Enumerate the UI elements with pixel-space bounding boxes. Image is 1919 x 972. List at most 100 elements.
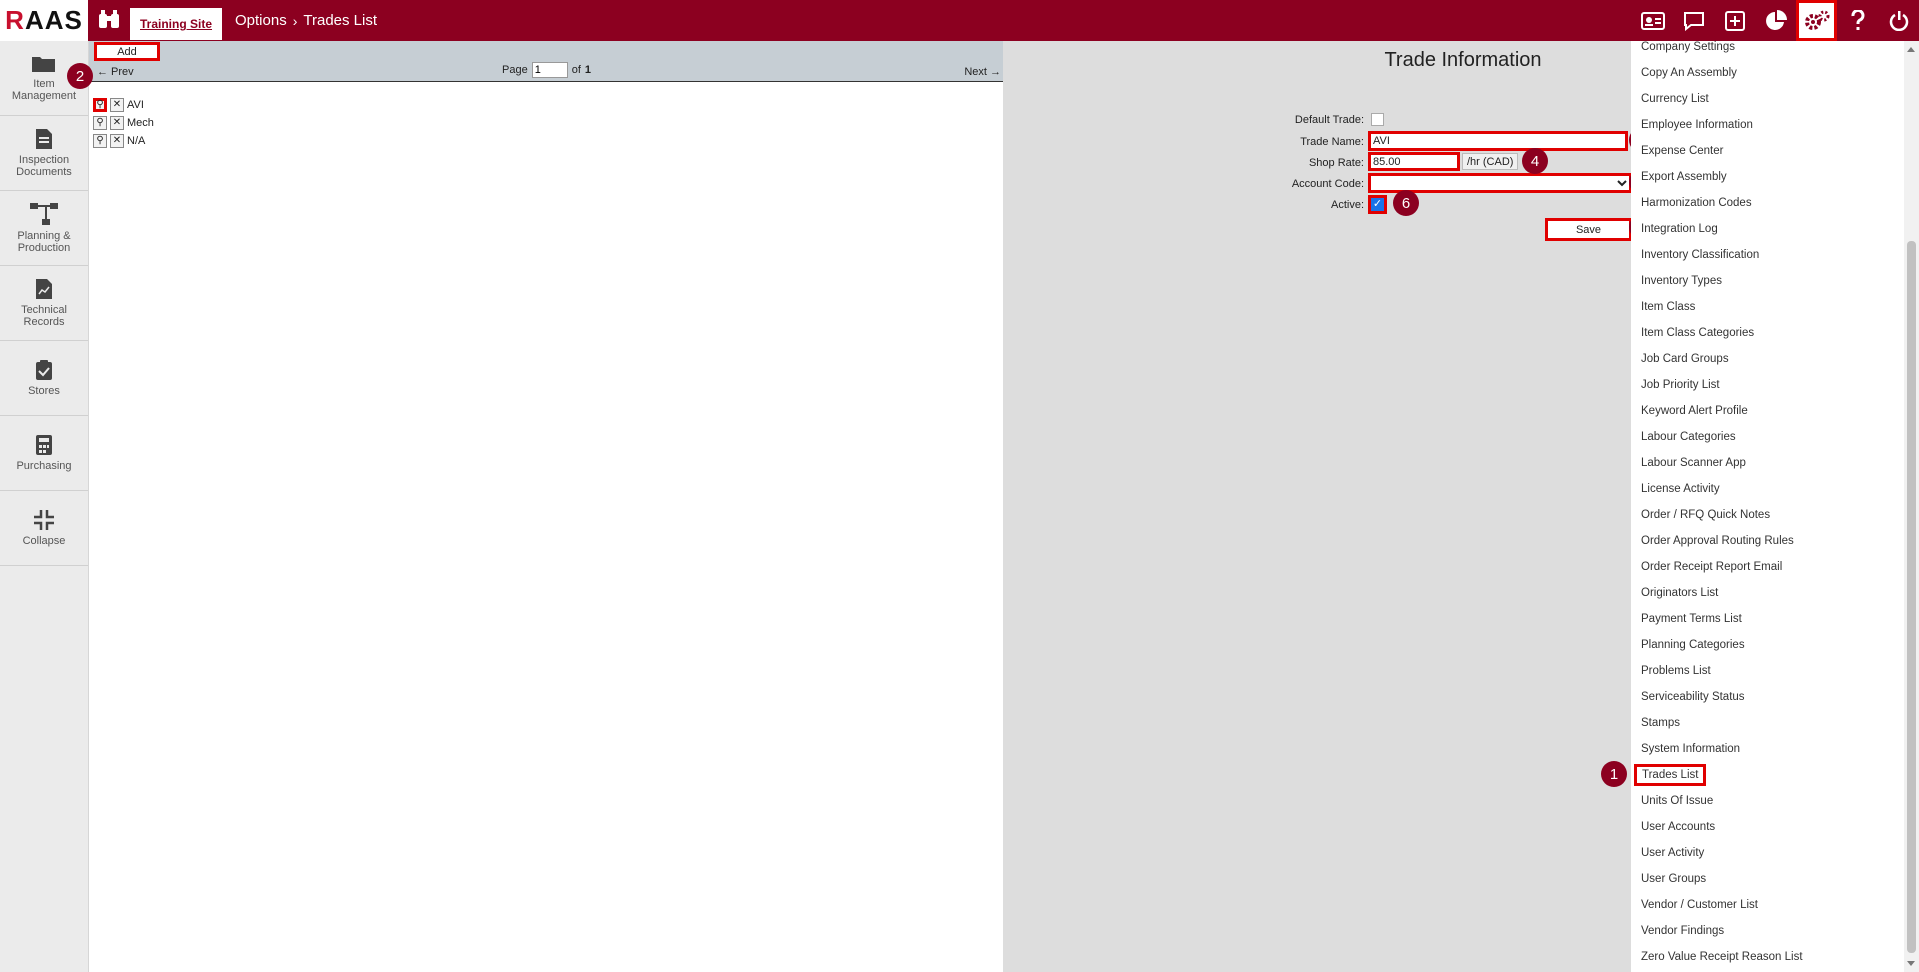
magnifier-icon[interactable]: ⚲ bbox=[93, 134, 107, 148]
list-item: ⚲ ✕ N/A bbox=[93, 132, 154, 150]
trade-name-label: Trade Name: bbox=[1300, 136, 1364, 148]
add-box-icon[interactable] bbox=[1714, 0, 1755, 41]
add-button[interactable]: Add bbox=[94, 42, 160, 61]
sidebar-item-technical-records[interactable]: Technical Records bbox=[0, 266, 88, 341]
menu-item[interactable]: System Information bbox=[1641, 743, 1740, 755]
scroll-down-arrow-icon[interactable] bbox=[1907, 961, 1915, 966]
sidebar-item-label: Collapse bbox=[22, 535, 66, 547]
menu-item[interactable]: Keyword Alert Profile bbox=[1641, 405, 1748, 417]
trade-name-field[interactable]: AVI bbox=[1368, 131, 1628, 151]
default-trade-checkbox[interactable] bbox=[1371, 113, 1384, 126]
pager: Page of 1 bbox=[502, 62, 591, 78]
scroll-up-arrow-icon[interactable] bbox=[1907, 47, 1915, 52]
contact-card-icon[interactable] bbox=[1632, 0, 1673, 41]
breadcrumb-page: Trades List bbox=[303, 12, 378, 29]
sidebar-item-collapse[interactable]: Collapse bbox=[0, 491, 88, 566]
menu-item[interactable]: Units Of Issue bbox=[1641, 795, 1713, 807]
menu-item[interactable]: Planning Categories bbox=[1641, 639, 1745, 651]
menu-item[interactable]: Export Assembly bbox=[1641, 171, 1727, 183]
menu-item[interactable]: Expense Center bbox=[1641, 145, 1723, 157]
sidebar-item-inspection-documents[interactable]: Inspection Documents bbox=[0, 116, 88, 191]
menu-item[interactable]: Zero Value Receipt Reason List bbox=[1641, 951, 1803, 963]
shop-rate-unit: /hr (CAD) bbox=[1462, 153, 1519, 170]
menu-scrollbar[interactable] bbox=[1904, 41, 1919, 972]
scroll-thumb[interactable] bbox=[1907, 241, 1916, 953]
menu-item[interactable]: Currency List bbox=[1641, 93, 1709, 105]
trade-information-panel: Trade Information Default Trade: Trade N… bbox=[1003, 41, 1655, 972]
prev-page-link[interactable]: ← Prev bbox=[97, 66, 134, 78]
shop-rate-field[interactable]: 85.00 bbox=[1368, 152, 1460, 171]
chart-document-icon bbox=[36, 279, 52, 299]
menu-item[interactable]: Serviceability Status bbox=[1641, 691, 1745, 703]
total-pages: 1 bbox=[584, 64, 592, 76]
menu-item[interactable]: Item Class Categories bbox=[1641, 327, 1754, 339]
next-page-link[interactable]: Next → bbox=[964, 66, 1001, 78]
delete-x-icon[interactable]: ✕ bbox=[110, 116, 124, 130]
active-checkbox[interactable]: ✓ bbox=[1371, 198, 1384, 211]
menu-item[interactable]: Order / RFQ Quick Notes bbox=[1641, 509, 1770, 521]
magnifier-icon[interactable]: ⚲ bbox=[93, 98, 107, 112]
magnifier-icon[interactable]: ⚲ bbox=[93, 116, 107, 130]
menu-item[interactable]: Job Priority List bbox=[1641, 379, 1720, 391]
menu-item[interactable]: Inventory Types bbox=[1641, 275, 1722, 287]
pie-chart-icon[interactable] bbox=[1755, 0, 1796, 41]
chat-icon[interactable] bbox=[1673, 0, 1714, 41]
delete-x-icon[interactable]: ✕ bbox=[110, 98, 124, 112]
menu-item[interactable]: Employee Information bbox=[1641, 119, 1753, 131]
power-icon[interactable] bbox=[1878, 0, 1919, 41]
trades-list-panel: Add ← Prev Page of 1 Next → ⚲ ✕ AVI ⚲ ✕ … bbox=[67, 41, 1003, 972]
default-trade-label: Default Trade: bbox=[1294, 114, 1364, 126]
sidebar-item-purchasing[interactable]: Purchasing bbox=[0, 416, 88, 491]
menu-item[interactable]: Order Receipt Report Email bbox=[1641, 561, 1782, 573]
menu-item[interactable]: Labour Categories bbox=[1641, 431, 1736, 443]
menu-item[interactable]: Labour Scanner App bbox=[1641, 457, 1746, 469]
menu-item[interactable]: Payment Terms List bbox=[1641, 613, 1742, 625]
trade-name[interactable]: AVI bbox=[127, 99, 144, 111]
document-icon bbox=[36, 129, 52, 149]
top-icon-bar bbox=[1632, 0, 1919, 41]
sidebar-item-stores[interactable]: Stores bbox=[0, 341, 88, 416]
menu-item[interactable]: Copy An Assembly bbox=[1641, 67, 1737, 79]
delete-x-icon[interactable]: ✕ bbox=[110, 134, 124, 148]
sidebar-item-label: Technical Records bbox=[21, 304, 67, 328]
settings-gears-icon[interactable] bbox=[1796, 0, 1837, 41]
sidebar-item-planning-production[interactable]: Planning & Production bbox=[0, 191, 88, 266]
menu-item[interactable]: Vendor / Customer List bbox=[1641, 899, 1758, 911]
list-toolbar: Add ← Prev Page of 1 Next → bbox=[89, 41, 1003, 82]
trade-name[interactable]: Mech bbox=[127, 117, 154, 129]
raas-logo[interactable]: R AAS bbox=[0, 0, 88, 41]
sidebar-item-label: Planning & Production bbox=[17, 230, 71, 254]
top-bar: R AAS Training Site Options › Trades List bbox=[0, 0, 1919, 41]
menu-item[interactable]: Vendor Findings bbox=[1641, 925, 1724, 937]
menu-item[interactable]: Harmonization Codes bbox=[1641, 197, 1752, 209]
menu-item[interactable]: Integration Log bbox=[1641, 223, 1718, 235]
menu-item[interactable]: Trades List bbox=[1634, 764, 1707, 786]
page-number-input[interactable] bbox=[531, 62, 568, 78]
breadcrumb-section[interactable]: Options bbox=[235, 12, 287, 29]
menu-item[interactable]: User Activity bbox=[1641, 847, 1704, 859]
collapse-icon bbox=[34, 510, 54, 530]
site-tab[interactable]: Training Site bbox=[130, 8, 223, 40]
menu-item[interactable]: Job Card Groups bbox=[1641, 353, 1729, 365]
help-icon[interactable] bbox=[1837, 0, 1878, 41]
menu-item[interactable]: Inventory Classification bbox=[1641, 249, 1759, 261]
save-button[interactable]: Save bbox=[1545, 218, 1632, 241]
step-badge-1: 1 bbox=[1601, 761, 1627, 787]
sidebar-item-label: Stores bbox=[28, 385, 60, 397]
menu-item[interactable]: User Groups bbox=[1641, 873, 1706, 885]
menu-item[interactable]: Stamps bbox=[1641, 717, 1680, 729]
trade-name[interactable]: N/A bbox=[127, 135, 145, 147]
menu-item[interactable]: Problems List bbox=[1641, 665, 1711, 677]
menu-item[interactable]: Company Settings bbox=[1641, 41, 1735, 53]
chevron-down-icon bbox=[1617, 180, 1627, 187]
binoculars-icon[interactable] bbox=[96, 8, 122, 32]
menu-item[interactable]: Order Approval Routing Rules bbox=[1641, 535, 1794, 547]
menu-item[interactable]: Originators List bbox=[1641, 587, 1718, 599]
menu-item[interactable]: User Accounts bbox=[1641, 821, 1715, 833]
step-badge-2: 2 bbox=[67, 63, 93, 89]
account-code-label: Account Code: bbox=[1291, 178, 1364, 190]
trades-list: ⚲ ✕ AVI ⚲ ✕ Mech ⚲ ✕ N/A bbox=[93, 96, 154, 150]
menu-item[interactable]: License Activity bbox=[1641, 483, 1720, 495]
menu-item[interactable]: Item Class bbox=[1641, 301, 1695, 313]
sidebar-item-label: Purchasing bbox=[16, 460, 72, 472]
